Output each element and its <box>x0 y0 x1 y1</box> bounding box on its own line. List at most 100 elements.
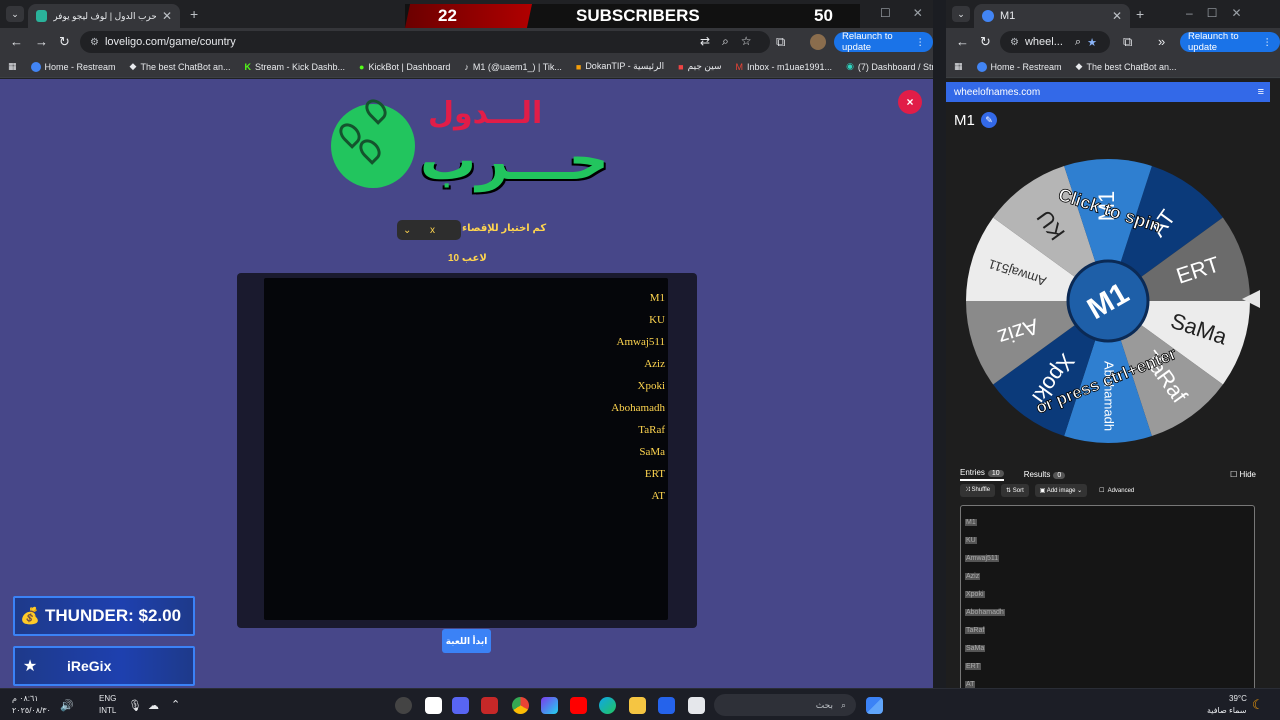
address-bar[interactable]: ⚙ loveligo.com/game/country <box>80 31 770 53</box>
player-name: AT <box>651 490 665 502</box>
new-tab-button[interactable]: + <box>190 6 198 22</box>
tab-results[interactable]: Results 0 <box>1024 470 1066 479</box>
file-explorer-icon[interactable] <box>629 697 646 714</box>
chevron-up-icon[interactable]: ⌃ <box>171 698 180 711</box>
star-icon: ★ <box>22 658 38 675</box>
bookmark-item[interactable]: Home - Restream <box>30 61 116 72</box>
bookmark-star-icon[interactable]: ★ <box>1087 36 1097 49</box>
zoom-icon[interactable]: ⌕ <box>722 34 729 49</box>
discord-icon[interactable] <box>452 697 469 714</box>
chrome-icon[interactable] <box>512 697 529 714</box>
bookmark-item[interactable]: ● KickBot | Dashboard <box>359 62 450 72</box>
player-name: M1 <box>649 292 665 304</box>
bookmark-item[interactable]: ◆ The best ChatBot an... <box>130 61 231 72</box>
site-info-icon[interactable]: ⚙ <box>90 37 99 48</box>
zoom-icon[interactable]: ⌕ <box>1075 36 1081 49</box>
select-value: x <box>430 224 435 236</box>
wheel-site-header: wheelofnames.com ≡ <box>946 82 1270 102</box>
clock-time: ٠٨:٦١ م <box>12 694 39 703</box>
youtube-icon[interactable] <box>570 697 587 714</box>
weather-description: سماء صافية <box>1207 706 1247 715</box>
thunder-label: THUNDER: $2.00 <box>45 606 182 625</box>
apps-grid-icon[interactable]: ▦ <box>8 61 17 72</box>
tab-close-icon[interactable]: ✕ <box>1112 9 1122 23</box>
minimize-icon[interactable]: – <box>1186 6 1193 20</box>
taskbar-search[interactable]: بحث ⌕ <box>714 694 856 716</box>
bookmark-item[interactable]: K Stream - Kick Dashb... <box>245 62 346 72</box>
language-primary[interactable]: ENG <box>99 694 116 703</box>
windows-start-icon[interactable] <box>866 697 883 714</box>
copilot-icon[interactable] <box>541 697 558 714</box>
edit-pencil-icon[interactable]: ✎ <box>981 112 997 128</box>
relaunch-button[interactable]: Relaunch to update ⋮ <box>834 31 933 53</box>
spin-wheel[interactable]: ATERTSaMaTaRafAbohamadhXpokiAzizAmwaj511… <box>965 158 1251 444</box>
shuffle-button[interactable]: ⤨ Shuffle <box>960 484 996 497</box>
tab-close-icon[interactable]: ✕ <box>162 9 172 23</box>
extensions-icon[interactable]: ⧉ <box>1123 34 1132 50</box>
bookmark-item[interactable]: ◉(7) Dashboard / Stre... <box>846 61 933 72</box>
extensions-icon[interactable]: ⧉ <box>776 34 785 50</box>
back-icon[interactable]: ← <box>10 34 23 49</box>
notepad-icon[interactable] <box>688 697 705 714</box>
relaunch-label: Relaunch to update <box>1188 31 1239 53</box>
capcut-icon[interactable] <box>425 697 442 714</box>
tab-wheel[interactable]: M1 ✕ <box>974 4 1130 28</box>
obs-icon[interactable] <box>395 697 412 714</box>
address-bar[interactable]: ⚙ wheel... ⌕ ★ <box>1000 31 1110 53</box>
more-toolbar-icon[interactable]: » <box>1158 34 1165 49</box>
relaunch-button[interactable]: Relaunch to update ⋮ <box>1180 31 1280 53</box>
tab-entries[interactable]: Entries 10 <box>960 468 1004 481</box>
advanced-checkbox[interactable]: ☐ Advanced <box>1099 484 1134 497</box>
bookmark-item[interactable]: ■ سين جيم <box>678 61 721 72</box>
tab-search-button[interactable]: ⌄ <box>6 6 24 22</box>
sort-button[interactable]: ⇅ Sort <box>1001 484 1029 497</box>
translate-icon[interactable]: ⇄ <box>700 34 710 49</box>
bookmark-item[interactable]: ■ DokanTIP - الرئيسية <box>576 61 664 72</box>
weather-temp[interactable]: 39°C <box>1229 694 1247 703</box>
maximize-icon[interactable]: ☐ <box>880 6 891 20</box>
store-icon[interactable] <box>658 697 675 714</box>
players-textarea[interactable] <box>264 278 668 620</box>
bookmark-star-icon[interactable]: ☆ <box>741 34 752 49</box>
new-tab-button[interactable]: + <box>1136 6 1144 22</box>
tab-results-label: Results <box>1023 469 1051 479</box>
speaker-icon[interactable]: 🔊 <box>60 699 74 712</box>
bookmark-item[interactable]: Home - Restream <box>976 61 1062 72</box>
bookmark-item[interactable]: ◆ The best ChatBot an... <box>1076 61 1177 72</box>
profile-avatar[interactable] <box>810 34 826 50</box>
bookmark-label: DokanTIP - الرئيسية <box>585 61 665 71</box>
site-info-icon[interactable]: ⚙ <box>1010 37 1019 48</box>
start-game-button[interactable]: ابدأ اللعبة <box>442 629 491 653</box>
back-icon[interactable]: ← <box>956 34 969 49</box>
bookmark-item[interactable]: ♪ M1 (@uaem1_) | Tik... <box>464 62 562 72</box>
close-window-icon[interactable]: ✕ <box>1231 6 1241 20</box>
tab-country-game[interactable]: لعبة حرب الدول | لوف ليجو يوفر ✕ <box>28 4 180 28</box>
bookmark-item[interactable]: M Inbox - m1uae1991... <box>736 62 833 72</box>
add-image-button[interactable]: ▣ Add image ⌄ <box>1034 484 1088 497</box>
logo-subtitle: حـــرب <box>420 128 609 193</box>
results-count-badge: 0 <box>1053 471 1066 479</box>
edge-icon[interactable] <box>599 697 616 714</box>
maximize-icon[interactable]: ☐ <box>1207 6 1218 20</box>
cloud-icon[interactable]: ☁ <box>148 699 159 712</box>
player-name: Abohamadh <box>611 402 665 414</box>
reload-icon[interactable]: ↻ <box>59 34 70 50</box>
hide-toggle[interactable]: ☐ Hide <box>1230 470 1256 479</box>
elimination-count-select[interactable]: ⌄ x <box>397 220 461 240</box>
subscriber-label: SUBSCRIBERS <box>576 6 700 25</box>
site-brand[interactable]: wheelofnames.com <box>954 87 1040 98</box>
browser-toolbar: ← ↻ ⚙ wheel... ⌕ ★ ⧉ » Relaunch to updat… <box>946 28 1280 56</box>
search-icon: ⌕ <box>840 699 846 710</box>
restream-icon <box>30 61 41 72</box>
tab-entries-label: Entries <box>960 467 985 477</box>
game-app-icon[interactable] <box>481 697 498 714</box>
forward-icon[interactable]: → <box>35 34 48 49</box>
tab-search-button[interactable]: ⌄ <box>952 6 970 22</box>
microphone-icon[interactable]: 🎙 <box>128 699 142 712</box>
entries-textarea[interactable]: M1 KU Amwaj511 Aziz Xpoki Abohamadh TaRa… <box>960 505 1255 688</box>
close-window-icon[interactable]: ✕ <box>913 6 923 20</box>
reload-icon[interactable]: ↻ <box>980 34 991 50</box>
hamburger-menu-icon[interactable]: ≡ <box>1258 86 1264 98</box>
close-game-button[interactable]: × <box>898 90 922 114</box>
apps-grid-icon[interactable]: ▦ <box>954 61 963 72</box>
